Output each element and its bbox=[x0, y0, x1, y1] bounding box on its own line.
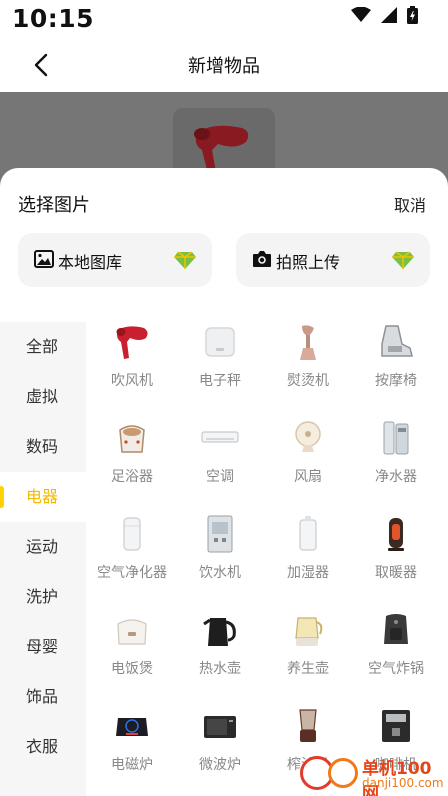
grid-item-microwave[interactable]: 微波炉 bbox=[176, 706, 264, 796]
grid-item-hair-dryer[interactable]: 吹风机 bbox=[88, 322, 176, 412]
grid-item-air-conditioner[interactable]: 空调 bbox=[176, 418, 264, 508]
category-item-care[interactable]: 洗护 bbox=[0, 572, 86, 622]
status-time: 10:15 bbox=[12, 4, 95, 33]
microwave-icon bbox=[204, 716, 236, 738]
grid-item-fan[interactable]: 风扇 bbox=[264, 418, 352, 508]
grid-item-label: 空气炸锅 bbox=[368, 661, 424, 677]
grid-item-scale[interactable]: 电子秤 bbox=[176, 322, 264, 412]
sheet-title: 选择图片 bbox=[18, 195, 90, 216]
category-item-virtual[interactable]: 虚拟 bbox=[0, 372, 86, 422]
battery-icon bbox=[407, 6, 418, 24]
air-purifier-icon bbox=[123, 517, 141, 551]
status-icons bbox=[351, 6, 418, 24]
heater-icon bbox=[388, 518, 404, 551]
category-item-digital[interactable]: 数码 bbox=[0, 422, 86, 472]
water-dispenser-icon bbox=[207, 515, 233, 553]
grid-item-label: 净水器 bbox=[375, 469, 417, 485]
induction-cooker-icon bbox=[116, 718, 148, 736]
category-item-accessories[interactable]: 饰品 bbox=[0, 672, 86, 722]
humidifier-icon bbox=[299, 516, 317, 551]
steamer-icon bbox=[300, 325, 316, 360]
air-conditioner-icon bbox=[201, 431, 239, 443]
local-gallery-button[interactable]: 本地图库 bbox=[18, 233, 212, 287]
air-fryer-icon bbox=[384, 614, 408, 644]
wifi-icon bbox=[351, 7, 371, 22]
fan-icon bbox=[295, 421, 321, 452]
grid-item-rice-cooker[interactable]: 电饭煲 bbox=[88, 610, 176, 700]
category-list: 全部 虚拟 数码 电器 运动 洗护 母婴 饰品 衣服 bbox=[0, 322, 86, 796]
take-photo-button[interactable]: 拍照上传 bbox=[236, 233, 430, 287]
cancel-button[interactable]: 取消 bbox=[394, 192, 426, 216]
massage-chair-icon bbox=[381, 325, 413, 357]
grid-item-water-purifier[interactable]: 净水器 bbox=[352, 418, 440, 508]
category-item-label: 电器 bbox=[26, 487, 59, 506]
selected-indicator bbox=[0, 486, 4, 508]
grid-item-foot-bath[interactable]: 足浴器 bbox=[88, 418, 176, 508]
app-header: 新增物品 bbox=[0, 40, 448, 92]
hair-dryer-icon bbox=[116, 326, 148, 359]
take-photo-label: 拍照上传 bbox=[276, 253, 341, 272]
cellular-icon bbox=[381, 7, 397, 23]
grid-item-water-dispenser[interactable]: 饮水机 bbox=[176, 514, 264, 604]
foot-bath-icon bbox=[119, 425, 145, 453]
diamond-vip-icon bbox=[174, 251, 196, 269]
rice-cooker-icon bbox=[117, 619, 147, 645]
grid-item-health-pot[interactable]: 养生壶 bbox=[264, 610, 352, 700]
category-item-baby[interactable]: 母婴 bbox=[0, 622, 86, 672]
local-gallery-label: 本地图库 bbox=[58, 253, 123, 272]
page-title: 新增物品 bbox=[188, 56, 260, 77]
category-item-sports[interactable]: 运动 bbox=[0, 522, 86, 572]
diamond-vip-icon bbox=[392, 251, 414, 269]
item-grid: 吹风机 电子秤 熨烫机 按摩椅 足浴器 空调 风扇 净水器 空气净化器 饮水机 … bbox=[88, 322, 448, 796]
category-item-clothes[interactable]: 衣服 bbox=[0, 722, 86, 772]
select-image-sheet: 选择图片 取消 本地图库 拍照上传 全部 虚拟 数码 电器 运动 洗护 母婴 饰… bbox=[0, 168, 448, 796]
status-bar: 10:15 bbox=[0, 0, 448, 40]
watermark-logo-icon bbox=[328, 758, 358, 788]
health-pot-icon bbox=[295, 617, 323, 646]
water-purifier-icon bbox=[383, 421, 409, 455]
grid-item-heater[interactable]: 取暖器 bbox=[352, 514, 440, 604]
grid-item-humidifier[interactable]: 加湿器 bbox=[264, 514, 352, 604]
grid-item-steamer[interactable]: 熨烫机 bbox=[264, 322, 352, 412]
grid-item-induction-cooker[interactable]: 电磁炉 bbox=[88, 706, 176, 796]
kettle-icon bbox=[203, 618, 236, 646]
juicer-icon bbox=[299, 709, 317, 742]
category-item-appliances[interactable]: 电器 bbox=[0, 472, 86, 522]
gallery-icon bbox=[34, 250, 54, 268]
grid-item-air-fryer[interactable]: 空气炸锅 bbox=[352, 610, 440, 700]
camera-icon bbox=[253, 251, 271, 267]
watermark-url: danji100.com bbox=[362, 776, 444, 790]
coffee-machine-icon bbox=[382, 710, 410, 742]
grid-item-massage-chair[interactable]: 按摩椅 bbox=[352, 322, 440, 412]
category-item-all[interactable]: 全部 bbox=[0, 322, 86, 372]
grid-item-label: 取暖器 bbox=[375, 565, 417, 581]
scale-icon bbox=[205, 327, 235, 357]
grid-item-label: 按摩椅 bbox=[375, 373, 417, 389]
grid-item-air-purifier[interactable]: 空气净化器 bbox=[88, 514, 176, 604]
grid-item-kettle[interactable]: 热水壶 bbox=[176, 610, 264, 700]
site-watermark: 单机100网 danji100.com bbox=[300, 752, 448, 796]
